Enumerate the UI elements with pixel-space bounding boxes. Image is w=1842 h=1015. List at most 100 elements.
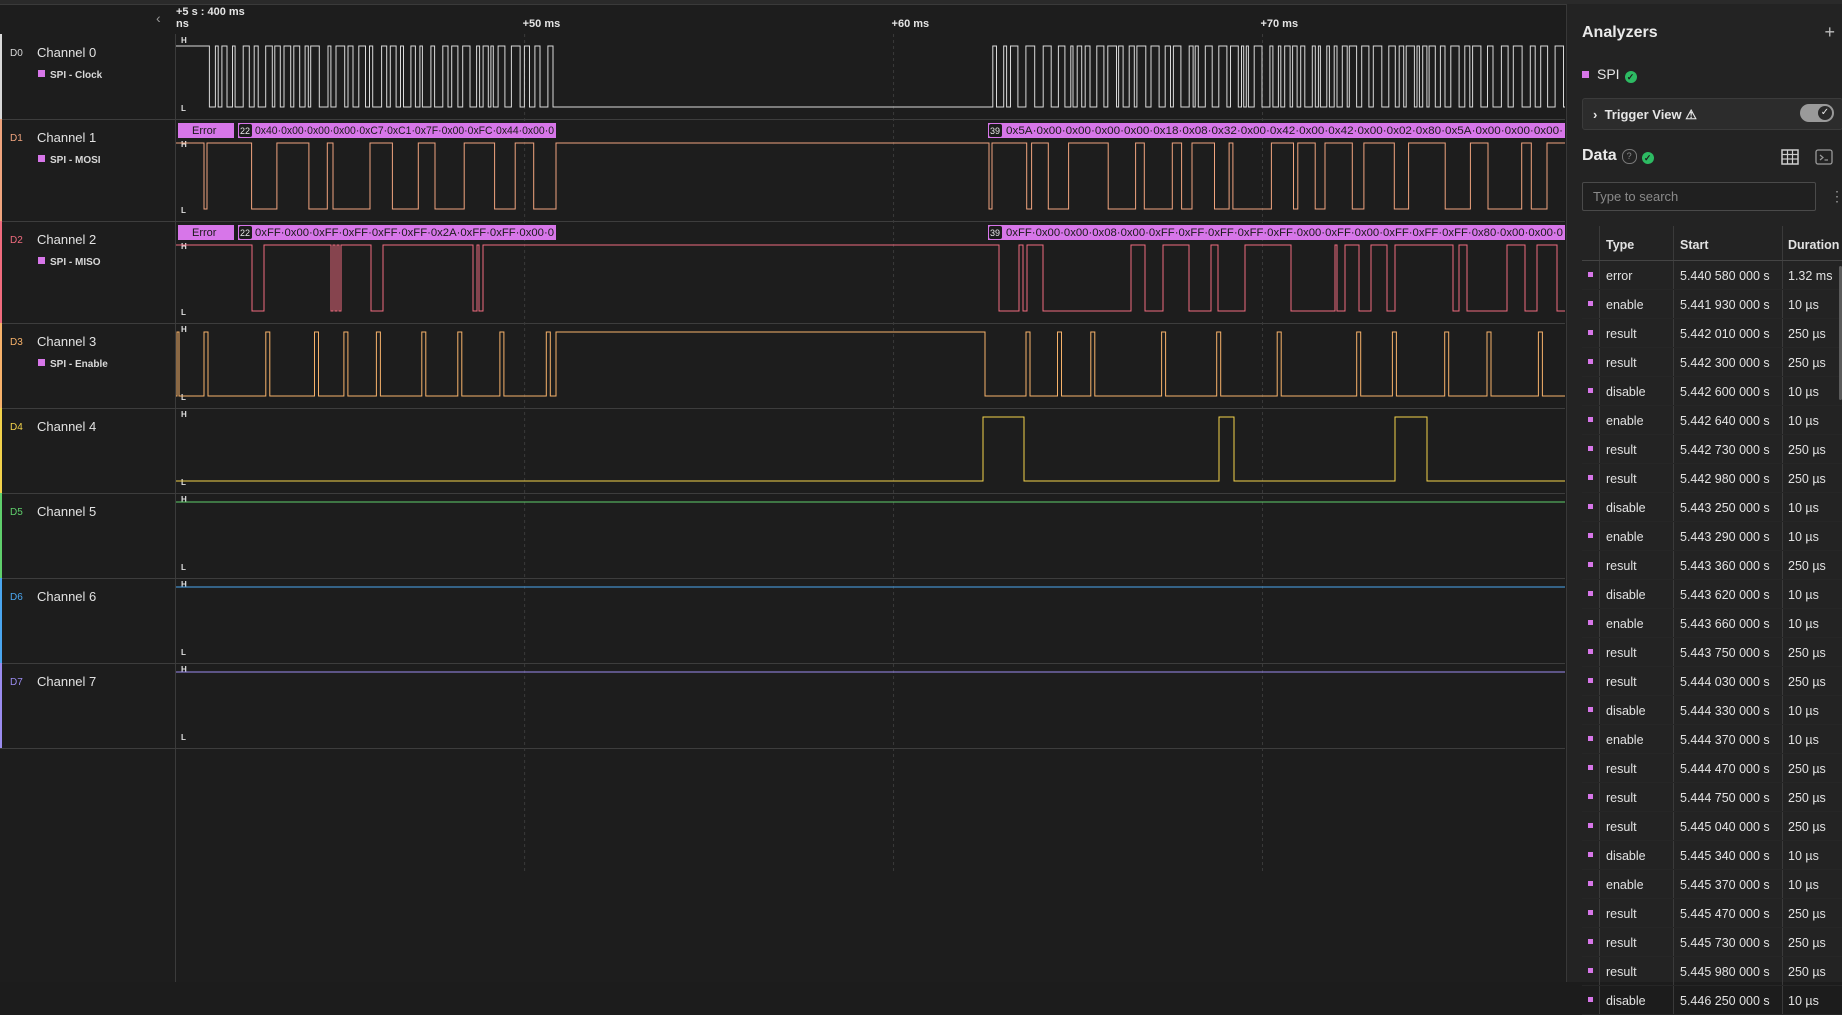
decode-count: 22 (240, 126, 250, 136)
table-row[interactable]: result 5.443 750 000 s 250 µs (1582, 638, 1842, 667)
channel-name[interactable]: Channel 3 (37, 334, 96, 349)
row-color-dot (1588, 446, 1593, 451)
channel-name[interactable]: Channel 6 (37, 589, 96, 604)
row-color-dot (1588, 997, 1593, 1002)
cell-type: disable (1606, 385, 1646, 399)
cell-duration: 250 µs (1788, 675, 1826, 689)
table-row[interactable]: result 5.442 980 000 s 250 µs (1582, 464, 1842, 493)
table-row[interactable]: result 5.443 360 000 s 250 µs (1582, 551, 1842, 580)
cell-duration: 10 µs (1788, 878, 1819, 892)
channel-name[interactable]: Channel 1 (37, 130, 96, 145)
add-analyzer-button[interactable]: + (1824, 22, 1835, 43)
column-header-type[interactable]: Type (1606, 238, 1634, 252)
table-row[interactable]: enable 5.443 290 000 s 10 µs (1582, 522, 1842, 551)
cell-duration: 250 µs (1788, 907, 1826, 921)
table-row[interactable]: result 5.444 750 000 s 250 µs (1582, 783, 1842, 812)
table-row[interactable]: result 5.445 040 000 s 250 µs (1582, 812, 1842, 841)
waveform-area[interactable]: ‹ +5 s : 400 ms ns +50 ms +60 ms +70 ms … (0, 0, 1842, 982)
cell-duration: 10 µs (1788, 298, 1819, 312)
channel-3-waveform (176, 331, 1565, 397)
analyzer-color-swatch (1582, 71, 1589, 78)
cell-start: 5.443 750 000 s (1680, 646, 1770, 660)
cell-start: 5.442 010 000 s (1680, 327, 1770, 341)
cell-start: 5.442 600 000 s (1680, 385, 1770, 399)
table-row[interactable]: result 5.442 300 000 s 250 µs (1582, 348, 1842, 377)
trigger-view-toggle[interactable]: ✓ (1800, 104, 1834, 122)
decode-error-label: Error (192, 227, 217, 239)
table-grid-icon[interactable] (1781, 149, 1799, 165)
decode-count: 39 (990, 126, 1000, 136)
table-row[interactable]: result 5.442 730 000 s 250 µs (1582, 435, 1842, 464)
decode-bytes: 0xFF·0x00·0x00·0x08·0x00·0xFF·0xFF·0xFF·… (1006, 227, 1563, 239)
help-circle-icon[interactable]: ? (1621, 149, 1637, 164)
row-color-dot (1588, 417, 1593, 422)
channel-name[interactable]: Channel 0 (37, 45, 96, 60)
channel-4-waveform (176, 416, 1565, 482)
analyzers-title: Analyzers (1582, 24, 1658, 41)
table-row[interactable]: enable 5.442 640 000 s 10 µs (1582, 406, 1842, 435)
table-row[interactable]: result 5.445 730 000 s 250 µs (1582, 928, 1842, 957)
row-color-dot (1588, 388, 1593, 393)
data-search-input[interactable] (1582, 182, 1816, 211)
cell-type: enable (1606, 617, 1644, 631)
level-low-marker: L (181, 648, 186, 657)
table-row[interactable]: disable 5.443 250 000 s 10 µs (1582, 493, 1842, 522)
level-high-marker: H (181, 242, 187, 251)
cell-start: 5.440 580 000 s (1680, 269, 1770, 283)
table-row[interactable]: enable 5.444 370 000 s 10 µs (1582, 725, 1842, 754)
cell-start: 5.442 300 000 s (1680, 356, 1770, 370)
column-header-start[interactable]: Start (1680, 238, 1708, 252)
table-row[interactable]: enable 5.441 930 000 s 10 µs (1582, 290, 1842, 319)
check-circle-icon: ✓ (1624, 71, 1637, 83)
table-row[interactable]: disable 5.442 600 000 s 10 µs (1582, 377, 1842, 406)
decode-bytes: 0x40·0x00·0x00·0x00·0xC7·0xC1·0x7F·0x00·… (255, 125, 554, 137)
warning-icon: ⚠ (1685, 107, 1697, 122)
decode-count: 39 (990, 228, 1000, 238)
cell-duration: 10 µs (1788, 733, 1819, 747)
analyzer-item-spi[interactable]: SPI ✓ (1582, 66, 1637, 83)
row-color-dot (1588, 562, 1593, 567)
table-row[interactable]: enable 5.445 370 000 s 10 µs (1582, 870, 1842, 899)
decode-bytes: 0xFF·0x00·0xFF·0xFF·0xFF·0xFF·0x2A·0xFF·… (255, 227, 554, 239)
level-high-marker: H (181, 580, 187, 589)
cell-start: 5.445 980 000 s (1680, 965, 1770, 979)
channel-name[interactable]: Channel 4 (37, 419, 96, 434)
channel-name[interactable]: Channel 2 (37, 232, 96, 247)
terminal-icon[interactable] (1815, 149, 1833, 165)
cell-type: result (1606, 356, 1637, 370)
channel-color-bar (0, 493, 2, 578)
cell-type: enable (1606, 298, 1644, 312)
row-color-dot (1588, 504, 1593, 509)
cell-type: enable (1606, 733, 1644, 747)
channel-0-waveform (176, 45, 1565, 108)
table-row[interactable]: error 5.440 580 000 s 1.32 ms (1582, 261, 1842, 290)
channel-analyzer-label: SPI - MISO (38, 257, 101, 268)
table-row[interactable]: disable 5.445 340 000 s 10 µs (1582, 841, 1842, 870)
row-color-dot (1588, 823, 1593, 828)
trigger-view-section[interactable]: › Trigger View ⚠ ✓ (1582, 98, 1842, 130)
waveform-canvas[interactable]: HLHLHLHLHLHLHLHLError 22 0x40·0x00·0x00·0x… (176, 0, 1565, 982)
cell-duration: 10 µs (1788, 849, 1819, 863)
table-row[interactable]: result 5.445 470 000 s 250 µs (1582, 899, 1842, 928)
cell-type: result (1606, 675, 1637, 689)
row-color-dot (1588, 591, 1593, 596)
row-color-dot (1588, 968, 1593, 973)
table-row[interactable]: enable 5.443 660 000 s 10 µs (1582, 609, 1842, 638)
cell-start: 5.443 660 000 s (1680, 617, 1770, 631)
table-row[interactable]: result 5.444 470 000 s 250 µs (1582, 754, 1842, 783)
table-row[interactable]: disable 5.443 620 000 s 10 µs (1582, 580, 1842, 609)
cell-start: 5.442 640 000 s (1680, 414, 1770, 428)
table-row[interactable]: disable 5.444 330 000 s 10 µs (1582, 696, 1842, 725)
channel-color-bar (0, 408, 2, 493)
cell-duration: 10 µs (1788, 414, 1819, 428)
table-row[interactable]: result 5.442 010 000 s 250 µs (1582, 319, 1842, 348)
table-row[interactable]: result 5.444 030 000 s 250 µs (1582, 667, 1842, 696)
channel-name[interactable]: Channel 5 (37, 504, 96, 519)
chevron-left-icon[interactable]: ‹ (156, 10, 161, 26)
channel-name[interactable]: Channel 7 (37, 674, 96, 689)
cell-start: 5.445 340 000 s (1680, 849, 1770, 863)
table-row[interactable]: disable 5.446 250 000 s 10 µs (1582, 986, 1842, 1015)
cell-start: 5.443 620 000 s (1680, 588, 1770, 602)
kebab-icon[interactable]: ⋮ (1830, 188, 1842, 205)
column-header-duration[interactable]: Duration (1788, 238, 1839, 252)
